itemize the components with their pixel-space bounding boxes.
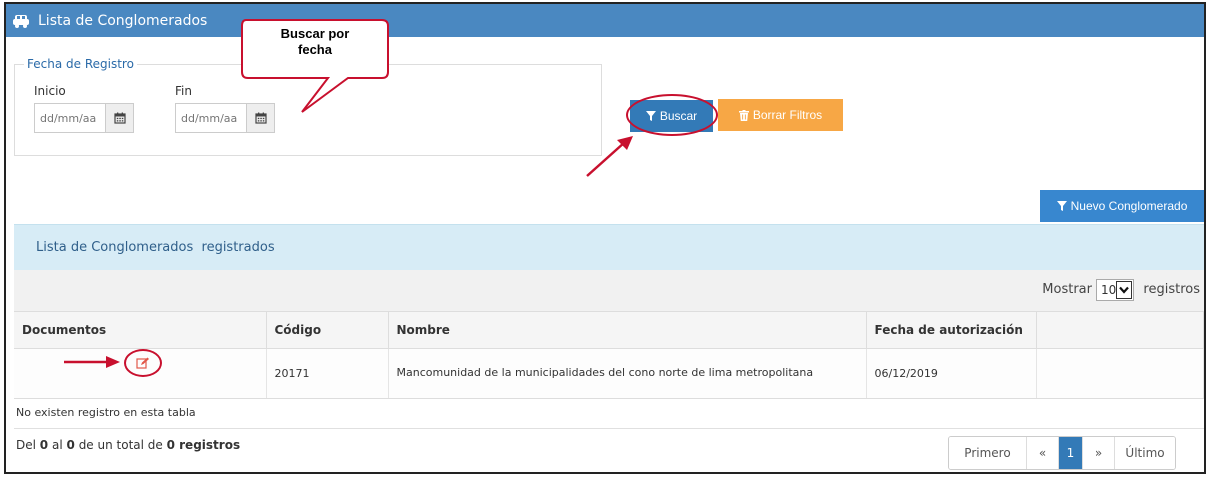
info-end: 0 [66,438,75,452]
cell-fecha: 06/12/2019 [866,348,1037,399]
pagination-first[interactable]: Primero [949,437,1027,469]
header-extra [1036,312,1204,349]
empty-table-text: No existen registro en esta tabla [16,406,196,419]
cell-nombre: Mancomunidad de la municipalidades del c… [388,348,867,399]
footer-divider [14,428,1204,429]
page-length-value: 10 [1101,283,1117,297]
app-window: Lista de Conglomerados Fecha de Registro… [4,2,1206,474]
info-al: al [51,438,63,452]
annotation-arrow [586,136,633,177]
nuevo-conglomerado-button[interactable]: Nuevo Conglomerado [1040,190,1204,222]
borrar-label: Borrar Filtros [752,108,823,122]
header-documentos[interactable]: Documentos [14,312,267,349]
filter-icon [1056,201,1067,211]
callout-bubble [241,19,389,113]
info-del: Del [16,438,36,452]
header-nombre[interactable]: Nombre [388,312,867,349]
mostrar-label: Mostrar [1042,282,1092,297]
header-fecha[interactable]: Fecha de autorización [866,312,1037,349]
trash-icon [738,109,749,121]
pagination-next[interactable]: » [1083,437,1115,469]
pagination-current[interactable]: 1 [1059,437,1083,469]
edit-highlight [124,349,162,377]
nuevo-label: Nuevo Conglomerado [1070,199,1188,213]
info-start: 0 [39,438,49,452]
callout-text: Buscar por fecha [280,26,350,57]
panel-title: Lista de Conglomerados registrados [36,240,275,255]
info-de-total: de un total de [78,438,163,452]
info-total: 0 registros [166,438,241,452]
table-row: 20171 Mancomunidad de la municipalidades… [14,348,1204,399]
cell-codigo: 20171 [266,348,389,399]
header-codigo[interactable]: Código [266,312,389,349]
pagination-last[interactable]: Último [1115,437,1175,469]
table-info: Del 0 al 0 de un total de 0 registros [16,438,240,452]
pagination-prev[interactable]: « [1027,437,1059,469]
chevron-down-icon[interactable] [1116,281,1132,299]
cell-extra [1036,348,1204,399]
borrar-filtros-button[interactable]: Borrar Filtros [718,99,843,131]
annotation-arrow [64,356,120,368]
page-length-select[interactable]: 10 [1096,279,1134,301]
panel-heading: Lista de Conglomerados registrados [14,224,1204,270]
conglomerados-table: Documentos Código Nombre Fecha de autori… [14,312,1204,399]
table-toolbar: Mostrar 10 registros [14,270,1204,312]
pagination: Primero « 1 » Último [948,436,1176,470]
buscar-highlight [626,94,718,136]
registros-label: registros [1143,282,1200,297]
table-header-row: Documentos Código Nombre Fecha de autori… [14,312,1204,349]
